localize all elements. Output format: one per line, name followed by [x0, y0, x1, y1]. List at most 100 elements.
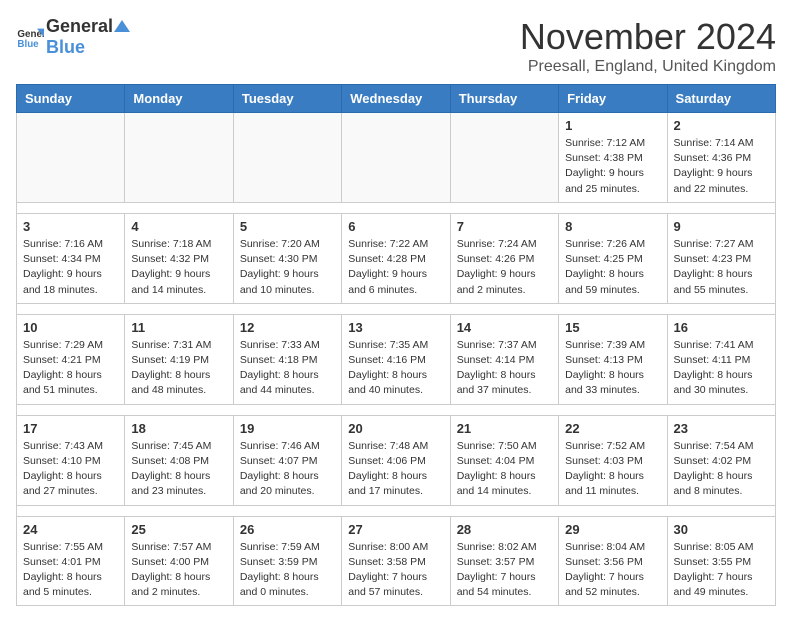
calendar-day-cell: 24 Sunrise: 7:55 AM Sunset: 4:01 PM Dayli… [17, 516, 125, 606]
day-number: 20 [348, 421, 443, 436]
day-info: Sunrise: 7:57 AM Sunset: 4:00 PM Dayligh… [131, 540, 226, 601]
calendar-day-cell: 10 Sunrise: 7:29 AM Sunset: 4:21 PM Dayli… [17, 314, 125, 404]
calendar-day-cell: 25 Sunrise: 7:57 AM Sunset: 4:00 PM Dayli… [125, 516, 233, 606]
day-info: Sunrise: 7:52 AM Sunset: 4:03 PM Dayligh… [565, 439, 660, 500]
calendar-day-cell [233, 113, 341, 203]
svg-text:Blue: Blue [17, 39, 39, 50]
weekday-header-tuesday: Tuesday [233, 85, 341, 113]
day-number: 25 [131, 522, 226, 537]
day-info: Sunrise: 7:43 AM Sunset: 4:10 PM Dayligh… [23, 439, 118, 500]
day-number: 16 [674, 320, 769, 335]
day-number: 7 [457, 219, 552, 234]
day-number: 21 [457, 421, 552, 436]
day-number: 8 [565, 219, 660, 234]
day-info: Sunrise: 7:29 AM Sunset: 4:21 PM Dayligh… [23, 338, 118, 399]
calendar-day-cell: 22Sunrise: 7:52 AM Sunset: 4:03 PM Dayli… [559, 415, 667, 505]
title-area: November 2024 Preesall, England, United … [520, 16, 776, 76]
day-number: 9 [674, 219, 769, 234]
day-number: 29 [565, 522, 660, 537]
day-number: 27 [348, 522, 443, 537]
day-info: Sunrise: 7:14 AM Sunset: 4:36 PM Dayligh… [674, 136, 769, 197]
day-number: 12 [240, 320, 335, 335]
day-number: 15 [565, 320, 660, 335]
day-number: 26 [240, 522, 335, 537]
week-spacer-row [17, 505, 776, 516]
calendar-day-cell: 18 Sunrise: 7:45 AM Sunset: 4:08 PM Dayli… [125, 415, 233, 505]
weekday-header-wednesday: Wednesday [342, 85, 450, 113]
weekday-header-monday: Monday [125, 85, 233, 113]
calendar-header-row: SundayMondayTuesdayWednesdayThursdayFrid… [17, 85, 776, 113]
calendar-day-cell: 4Sunrise: 7:18 AM Sunset: 4:32 PM Daylig… [125, 213, 233, 303]
calendar-day-cell: 8Sunrise: 7:26 AM Sunset: 4:25 PM Daylig… [559, 213, 667, 303]
day-number: 24 [23, 522, 118, 537]
day-info: Sunrise: 7:22 AM Sunset: 4:28 PM Dayligh… [348, 237, 443, 298]
day-info: Sunrise: 7:27 AM Sunset: 4:23 PM Dayligh… [674, 237, 769, 298]
day-number: 11 [131, 320, 226, 335]
week-spacer-row [17, 202, 776, 213]
day-number: 2 [674, 118, 769, 133]
day-number: 10 [23, 320, 118, 335]
weekday-header-sunday: Sunday [17, 85, 125, 113]
calendar-day-cell: 13 Sunrise: 7:35 AM Sunset: 4:16 PM Dayli… [342, 314, 450, 404]
calendar-day-cell: 9 Sunrise: 7:27 AM Sunset: 4:23 PM Daylig… [667, 213, 775, 303]
calendar-day-cell [450, 113, 558, 203]
week-spacer-row [17, 303, 776, 314]
day-info: Sunrise: 7:55 AM Sunset: 4:01 PM Dayligh… [23, 540, 118, 601]
calendar-day-cell: 28Sunrise: 8:02 AM Sunset: 3:57 PM Dayli… [450, 516, 558, 606]
calendar-day-cell [125, 113, 233, 203]
calendar-day-cell: 23 Sunrise: 7:54 AM Sunset: 4:02 PM Dayli… [667, 415, 775, 505]
week-spacer-cell [17, 202, 776, 213]
calendar-day-cell: 16 Sunrise: 7:41 AM Sunset: 4:11 PM Dayli… [667, 314, 775, 404]
day-info: Sunrise: 7:37 AM Sunset: 4:14 PM Dayligh… [457, 338, 552, 399]
day-info: Sunrise: 7:41 AM Sunset: 4:11 PM Dayligh… [674, 338, 769, 399]
day-number: 4 [131, 219, 226, 234]
day-info: Sunrise: 7:35 AM Sunset: 4:16 PM Dayligh… [348, 338, 443, 399]
day-number: 13 [348, 320, 443, 335]
calendar-day-cell: 17 Sunrise: 7:43 AM Sunset: 4:10 PM Dayli… [17, 415, 125, 505]
calendar-day-cell: 12Sunrise: 7:33 AM Sunset: 4:18 PM Dayli… [233, 314, 341, 404]
day-number: 23 [674, 421, 769, 436]
calendar-day-cell: 14Sunrise: 7:37 AM Sunset: 4:14 PM Dayli… [450, 314, 558, 404]
calendar-day-cell: 1 Sunrise: 7:12 AM Sunset: 4:38 PM Daylig… [559, 113, 667, 203]
day-number: 5 [240, 219, 335, 234]
day-number: 18 [131, 421, 226, 436]
day-info: Sunrise: 7:48 AM Sunset: 4:06 PM Dayligh… [348, 439, 443, 500]
calendar-day-cell: 30 Sunrise: 8:05 AM Sunset: 3:55 PM Dayli… [667, 516, 775, 606]
day-info: Sunrise: 7:16 AM Sunset: 4:34 PM Dayligh… [23, 237, 118, 298]
calendar-day-cell [17, 113, 125, 203]
calendar-day-cell [342, 113, 450, 203]
day-number: 1 [565, 118, 660, 133]
calendar-week-row: 10 Sunrise: 7:29 AM Sunset: 4:21 PM Dayli… [17, 314, 776, 404]
day-info: Sunrise: 7:46 AM Sunset: 4:07 PM Dayligh… [240, 439, 335, 500]
day-info: Sunrise: 8:00 AM Sunset: 3:58 PM Dayligh… [348, 540, 443, 601]
calendar-day-cell: 2 Sunrise: 7:14 AM Sunset: 4:36 PM Daylig… [667, 113, 775, 203]
weekday-header-saturday: Saturday [667, 85, 775, 113]
calendar-day-cell: 27 Sunrise: 8:00 AM Sunset: 3:58 PM Dayli… [342, 516, 450, 606]
week-spacer-cell [17, 505, 776, 516]
day-number: 30 [674, 522, 769, 537]
week-spacer-cell [17, 303, 776, 314]
day-number: 19 [240, 421, 335, 436]
calendar-day-cell: 29Sunrise: 8:04 AM Sunset: 3:56 PM Dayli… [559, 516, 667, 606]
calendar-day-cell: 7 Sunrise: 7:24 AM Sunset: 4:26 PM Daylig… [450, 213, 558, 303]
main-title: November 2024 [520, 16, 776, 58]
calendar-day-cell: 6Sunrise: 7:22 AM Sunset: 4:28 PM Daylig… [342, 213, 450, 303]
calendar-week-row: 17 Sunrise: 7:43 AM Sunset: 4:10 PM Dayli… [17, 415, 776, 505]
day-info: Sunrise: 7:54 AM Sunset: 4:02 PM Dayligh… [674, 439, 769, 500]
header: General Blue General Blue November 2024 … [16, 16, 776, 76]
logo: General Blue General Blue [16, 16, 132, 58]
calendar-day-cell: 3 Sunrise: 7:16 AM Sunset: 4:34 PM Daylig… [17, 213, 125, 303]
day-info: Sunrise: 7:20 AM Sunset: 4:30 PM Dayligh… [240, 237, 335, 298]
day-info: Sunrise: 8:05 AM Sunset: 3:55 PM Dayligh… [674, 540, 769, 601]
day-info: Sunrise: 7:45 AM Sunset: 4:08 PM Dayligh… [131, 439, 226, 500]
day-number: 3 [23, 219, 118, 234]
week-spacer-row [17, 404, 776, 415]
calendar-week-row: 3 Sunrise: 7:16 AM Sunset: 4:34 PM Daylig… [17, 213, 776, 303]
day-number: 17 [23, 421, 118, 436]
day-info: Sunrise: 7:24 AM Sunset: 4:26 PM Dayligh… [457, 237, 552, 298]
calendar-table: SundayMondayTuesdayWednesdayThursdayFrid… [16, 84, 776, 606]
week-spacer-cell [17, 404, 776, 415]
day-info: Sunrise: 7:59 AM Sunset: 3:59 PM Dayligh… [240, 540, 335, 601]
calendar-day-cell: 15Sunrise: 7:39 AM Sunset: 4:13 PM Dayli… [559, 314, 667, 404]
day-info: Sunrise: 7:12 AM Sunset: 4:38 PM Dayligh… [565, 136, 660, 197]
